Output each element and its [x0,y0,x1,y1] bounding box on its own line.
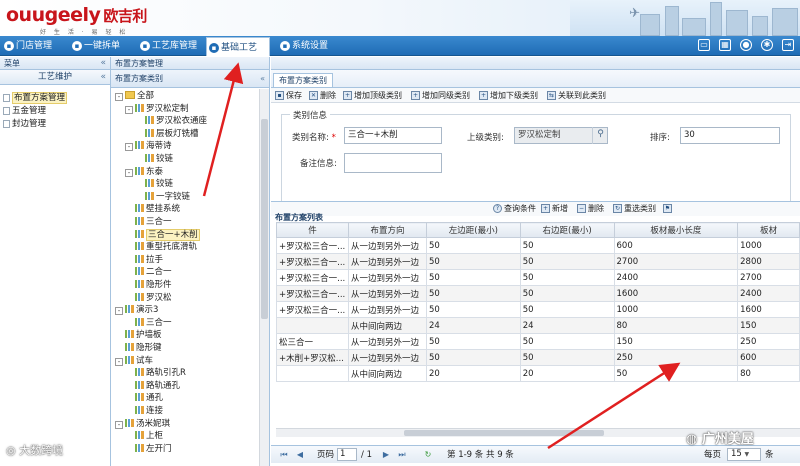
watermark-right: ◍ 广州美屋 [686,432,754,447]
arrow-to-grid [547,362,681,450]
arrow-to-nav [202,62,244,197]
annotation-arrows [202,62,681,450]
watermark-left: ◎ 大数跨境 [6,444,64,457]
wechat-icon: ◍ [686,432,698,447]
watermark-logo-icon: ◎ [6,444,16,457]
